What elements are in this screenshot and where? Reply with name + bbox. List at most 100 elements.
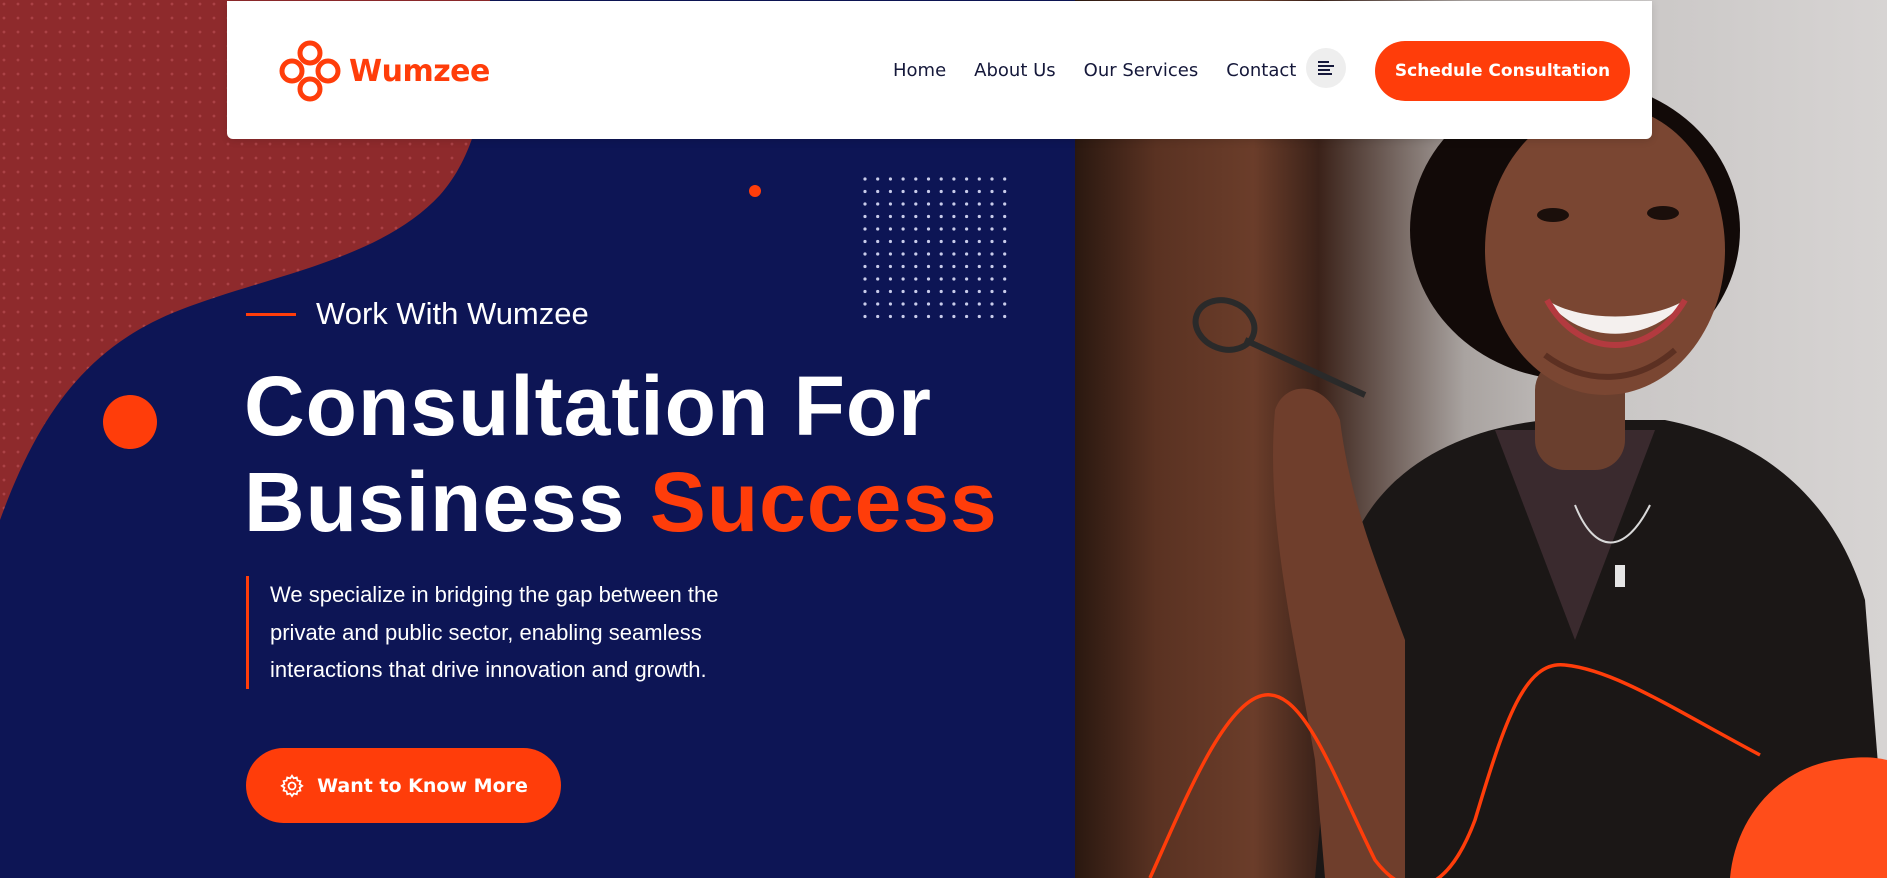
grid-dot xyxy=(952,202,956,206)
eyebrow-text: Work With Wumzee xyxy=(316,296,589,331)
dot-grid-decoration xyxy=(863,177,1007,319)
grid-dot xyxy=(876,214,880,219)
grid-dot xyxy=(939,314,943,319)
headline-line-2: Business xyxy=(244,455,650,549)
grid-dot xyxy=(1003,277,1007,281)
grid-dot xyxy=(876,302,880,306)
brand-name: Wumzee xyxy=(349,53,490,89)
grid-dot xyxy=(977,239,981,244)
grid-dot xyxy=(863,289,867,294)
grid-dot xyxy=(952,302,956,306)
grid-dot xyxy=(863,252,867,256)
nav-link-about-us[interactable]: About Us xyxy=(974,60,1056,81)
grid-dot xyxy=(1003,314,1007,319)
grid-dot xyxy=(926,189,931,194)
grid-dot xyxy=(863,277,867,281)
nav-link-home[interactable]: Home xyxy=(893,60,946,81)
grid-dot xyxy=(977,314,981,319)
grid-dot xyxy=(952,177,956,181)
grid-dot xyxy=(1003,214,1007,219)
grid-dot xyxy=(914,252,918,256)
brand-logo[interactable]: Wumzee xyxy=(273,35,490,107)
grid-dot xyxy=(876,239,880,244)
grid-dot xyxy=(888,227,892,231)
grid-dot xyxy=(990,177,994,181)
grid-dot xyxy=(914,202,918,206)
grid-dot xyxy=(939,252,943,256)
grid-dot xyxy=(901,227,905,231)
grid-dot xyxy=(863,189,867,194)
grid-dot xyxy=(952,314,956,319)
grid-dot xyxy=(990,202,994,206)
grid-dot xyxy=(901,202,905,206)
eyebrow-line xyxy=(246,312,296,316)
grid-dot xyxy=(901,252,905,256)
want-to-know-more-button[interactable]: Want to Know More xyxy=(246,748,561,823)
grid-dot xyxy=(977,227,981,231)
grid-dot xyxy=(965,239,969,244)
grid-dot xyxy=(888,239,892,244)
grid-dot xyxy=(952,214,956,219)
grid-dot xyxy=(990,189,994,194)
nav-link-contact[interactable]: Contact xyxy=(1226,60,1296,81)
grid-dot xyxy=(888,289,892,294)
grid-dot xyxy=(876,264,880,269)
grid-dot xyxy=(939,239,943,244)
grid-dot xyxy=(863,239,867,244)
grid-dot xyxy=(901,289,905,294)
grid-dot xyxy=(939,227,943,231)
grid-dot xyxy=(1003,239,1007,244)
grid-dot xyxy=(888,202,892,206)
hero-eyebrow: Work With Wumzee xyxy=(246,296,589,332)
grid-dot xyxy=(1003,202,1007,206)
grid-dot xyxy=(990,214,994,219)
grid-dot xyxy=(965,177,969,181)
grid-dot xyxy=(888,177,892,181)
grid-dot xyxy=(901,277,905,281)
grid-dot xyxy=(914,177,918,181)
grid-dot xyxy=(977,264,981,269)
grid-dot xyxy=(977,189,981,194)
grid-dot xyxy=(926,202,931,206)
grid-dot xyxy=(990,314,994,319)
grid-dot xyxy=(1003,264,1007,269)
grid-dot xyxy=(965,214,969,219)
grid-dot xyxy=(965,202,969,206)
grid-dot xyxy=(939,277,943,281)
grid-dot xyxy=(926,314,931,319)
grid-dot xyxy=(939,202,943,206)
grid-dot xyxy=(977,202,981,206)
grid-dot xyxy=(1003,189,1007,194)
grid-dot xyxy=(901,239,905,244)
description-line: private and public sector, enabling seam… xyxy=(270,619,702,645)
grid-dot xyxy=(939,189,943,194)
grid-dot xyxy=(1003,289,1007,294)
grid-dot xyxy=(1003,177,1007,181)
grid-dot xyxy=(876,189,880,194)
grid-dot xyxy=(977,177,981,181)
grid-dot xyxy=(888,314,892,319)
grid-dot xyxy=(1003,252,1007,256)
grid-dot xyxy=(876,252,880,256)
grid-dot xyxy=(977,302,981,306)
grid-dot xyxy=(888,264,892,269)
headline-line-1: Consultation For xyxy=(244,359,932,453)
grid-dot xyxy=(952,239,956,244)
grid-dot xyxy=(926,264,931,269)
schedule-consultation-button[interactable]: Schedule Consultation xyxy=(1375,41,1630,101)
grid-dot xyxy=(965,252,969,256)
grid-dot xyxy=(914,189,918,194)
nav-link-our-services[interactable]: Our Services xyxy=(1084,60,1199,81)
grid-dot xyxy=(952,252,956,256)
hero-description: We specialize in bridging the gap betwee… xyxy=(246,576,766,689)
grid-dot xyxy=(990,239,994,244)
grid-dot xyxy=(952,227,956,231)
grid-dot xyxy=(939,302,943,306)
grid-dot xyxy=(977,289,981,294)
description-line: interactions that drive innovation and g… xyxy=(270,657,707,682)
grid-dot xyxy=(914,314,918,319)
grid-dot xyxy=(1003,227,1007,231)
grid-dot xyxy=(990,227,994,231)
grid-dot xyxy=(888,302,892,306)
menu-button[interactable] xyxy=(1306,48,1346,88)
